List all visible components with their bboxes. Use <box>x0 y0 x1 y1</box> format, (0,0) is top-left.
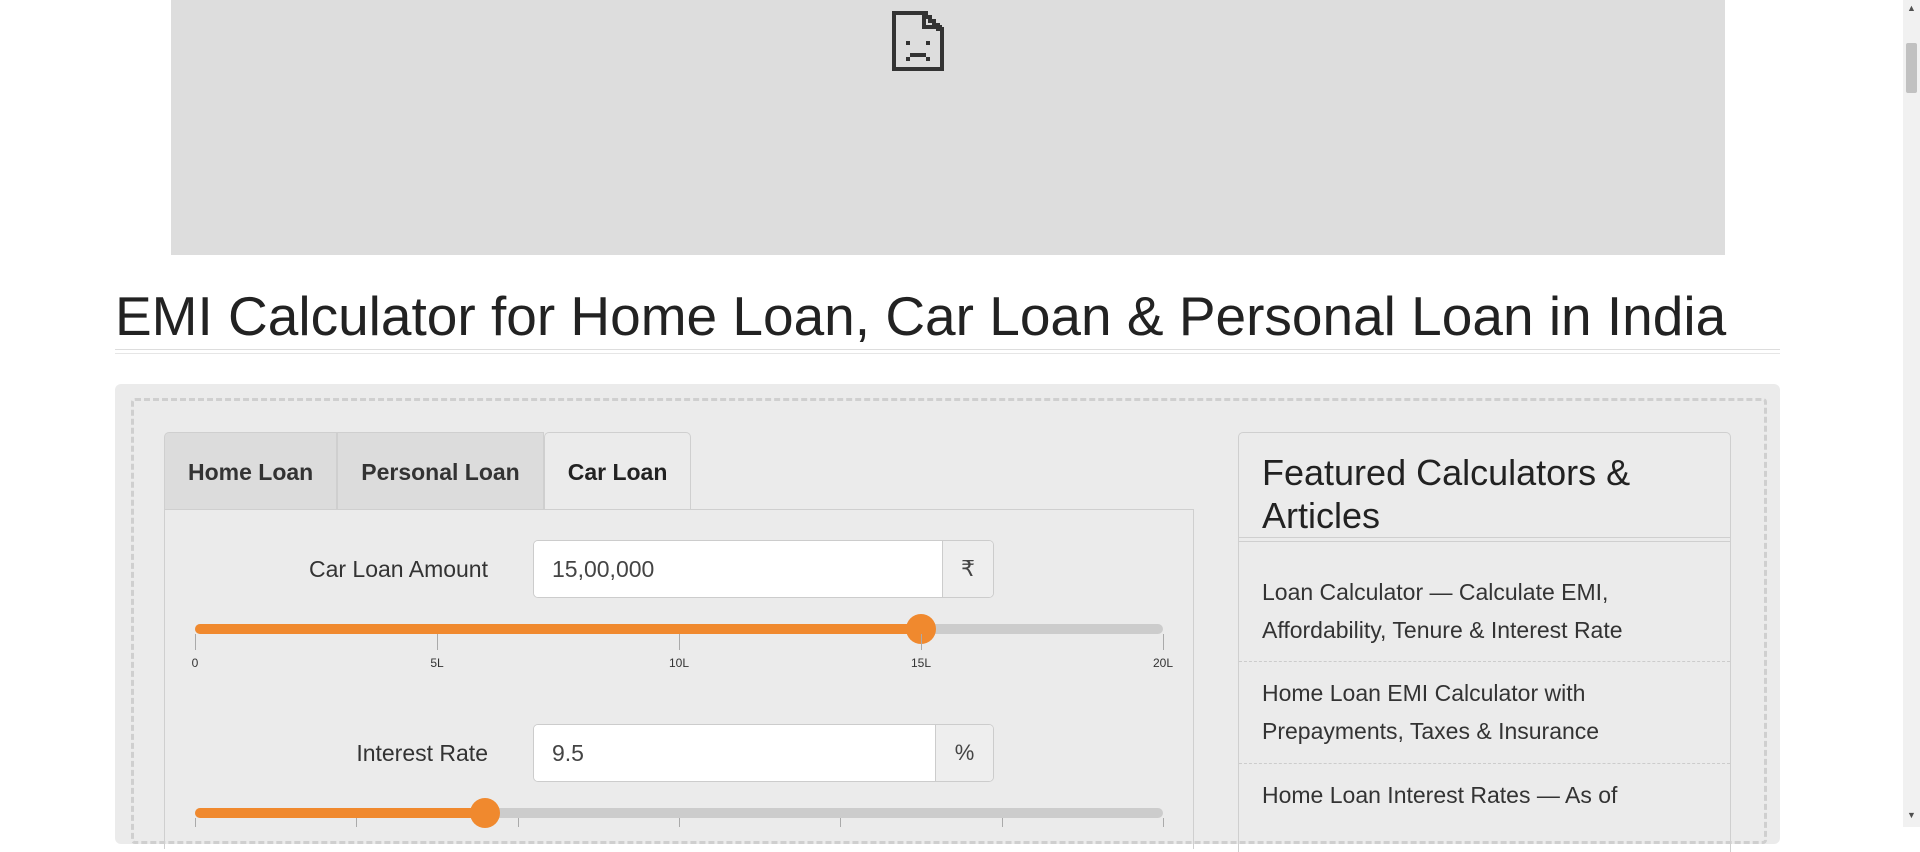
featured-link-loan-calculator[interactable]: Loan Calculator — Calculate EMI, Afforda… <box>1262 573 1712 649</box>
slider-tick-label: 10L <box>668 656 690 670</box>
slider-tick-label: 0 <box>191 656 199 670</box>
loan-amount-slider-fill <box>195 624 921 634</box>
slider-tick-label: 15L <box>910 656 932 670</box>
ad-placeholder <box>171 0 1725 255</box>
interest-rate-label: Interest Rate <box>356 740 488 766</box>
broken-document-icon <box>892 11 944 71</box>
scroll-up-icon[interactable]: ▲ <box>1907 3 1916 13</box>
slider-tick <box>517 818 519 827</box>
scroll-down-icon[interactable]: ▼ <box>1907 810 1916 820</box>
loan-amount-input[interactable] <box>534 541 942 597</box>
slider-tick-label: 5L <box>430 656 444 670</box>
interest-rate-group: % <box>533 724 994 782</box>
featured-item-divider <box>1239 661 1730 662</box>
slider-tick <box>840 818 842 827</box>
featured-divider <box>1239 537 1730 538</box>
tab-personal-loan[interactable]: Personal Loan <box>337 432 544 509</box>
featured-link-interest-rates[interactable]: Home Loan Interest Rates — As of <box>1262 776 1712 814</box>
slider-tick <box>679 818 680 827</box>
slider-tick-label: 20L <box>1152 656 1174 670</box>
featured-heading: Featured Calculators & Articles <box>1262 452 1631 536</box>
scroll-thumb[interactable] <box>1906 43 1917 93</box>
percent-icon: % <box>935 725 993 781</box>
slider-tick <box>1001 818 1003 827</box>
tab-car-loan[interactable]: Car Loan <box>543 432 692 510</box>
interest-rate-slider[interactable] <box>195 798 1163 828</box>
slider-tick <box>437 634 438 650</box>
loan-amount-group: ₹ <box>533 540 994 598</box>
slider-tick <box>195 818 196 827</box>
loan-amount-slider[interactable] <box>195 614 1163 644</box>
page-title: EMI Calculator for Home Loan, Car Loan &… <box>115 285 1727 347</box>
featured-link-home-loan-emi[interactable]: Home Loan EMI Calculator with Prepayment… <box>1262 674 1712 750</box>
slider-tick <box>1163 634 1164 650</box>
rupee-icon: ₹ <box>942 541 993 597</box>
featured-item-divider <box>1239 763 1730 764</box>
interest-rate-input[interactable] <box>534 725 935 781</box>
title-divider <box>115 349 1780 350</box>
slider-tick <box>1163 818 1164 827</box>
page-scrollbar[interactable]: ▲ ▼ <box>1903 0 1920 827</box>
slider-tick <box>356 818 358 827</box>
loan-amount-label: Car Loan Amount <box>308 556 488 582</box>
featured-panel: Featured Calculators & Articles Loan Cal… <box>1238 432 1731 852</box>
loan-type-tabs: Home Loan Personal Loan Car Loan <box>164 432 692 510</box>
slider-tick <box>679 634 680 650</box>
featured-divider <box>1239 541 1730 542</box>
interest-rate-slider-fill <box>195 808 486 818</box>
slider-tick <box>195 634 196 650</box>
title-divider <box>115 353 1780 354</box>
slider-tick <box>921 634 922 650</box>
tab-home-loan[interactable]: Home Loan <box>164 432 338 509</box>
